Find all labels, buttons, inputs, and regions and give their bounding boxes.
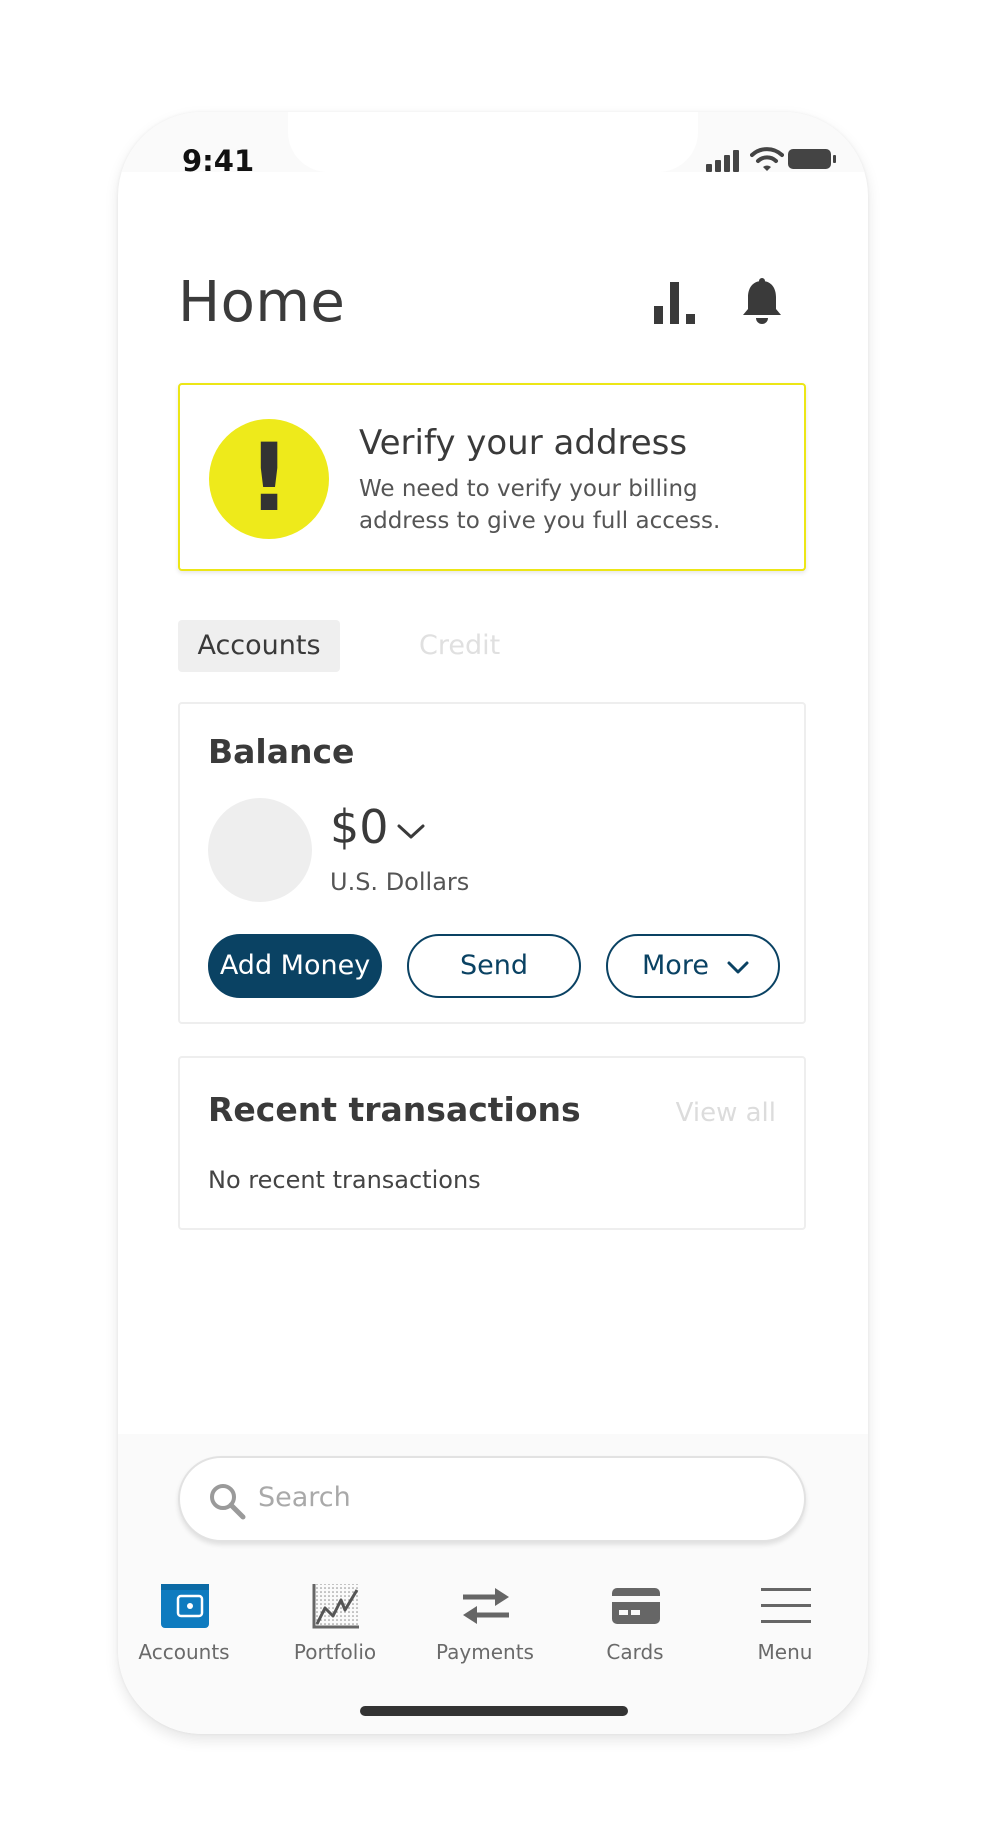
- portfolio-chart-icon: [312, 1584, 359, 1629]
- transactions-empty-message: No recent transactions: [208, 1166, 481, 1194]
- alert-body: We need to verify your billing address t…: [359, 476, 721, 534]
- balance-currency: U.S. Dollars: [330, 868, 470, 896]
- verify-address-alert[interactable]: ! Verify your address We need to verify …: [178, 383, 806, 571]
- card-icon: [612, 1588, 660, 1624]
- battery-icon: [788, 149, 836, 169]
- tab-credit[interactable]: Credit: [419, 620, 500, 672]
- balance-title: Balance: [208, 732, 355, 771]
- wallet-icon: [161, 1584, 209, 1628]
- bell-icon[interactable]: [740, 278, 784, 326]
- wifi-icon: [750, 147, 784, 171]
- stats-icon[interactable]: [652, 280, 696, 324]
- nav-menu[interactable]: Menu: [725, 1582, 845, 1672]
- chevron-down-icon: [727, 961, 749, 974]
- add-money-button[interactable]: Add Money: [208, 934, 382, 998]
- search-input[interactable]: Search: [178, 1456, 806, 1542]
- nav-label: Accounts: [138, 1640, 230, 1664]
- alert-title: Verify your address: [359, 423, 688, 463]
- balance-amount[interactable]: $0: [330, 800, 389, 854]
- nav-label: Payments: [436, 1640, 534, 1664]
- nav-portfolio[interactable]: Portfolio: [275, 1582, 395, 1672]
- balance-card: Balance $0 U.S. Dollars Add Money Send M…: [178, 702, 806, 1024]
- nav-label: Menu: [757, 1640, 813, 1664]
- status-time: 9:41: [182, 144, 255, 178]
- hamburger-menu-icon: [761, 1588, 811, 1623]
- signal-icon: [706, 150, 739, 172]
- nav-cards[interactable]: Cards: [575, 1582, 695, 1672]
- home-indicator[interactable]: [360, 1706, 628, 1716]
- search-icon: [210, 1484, 246, 1520]
- more-button-label: More: [642, 950, 709, 981]
- search-placeholder: Search: [258, 1482, 351, 1513]
- more-button[interactable]: More: [606, 934, 780, 998]
- phone-frame: 9:41 Home ! Verify your address We need …: [118, 112, 868, 1734]
- nav-accounts[interactable]: Accounts: [124, 1582, 244, 1672]
- exclamation-icon: !: [209, 419, 329, 539]
- account-avatar: [208, 798, 312, 902]
- nav-label: Portfolio: [293, 1640, 377, 1664]
- chevron-down-icon[interactable]: [396, 822, 426, 842]
- notch: [288, 112, 698, 172]
- transactions-title: Recent transactions: [208, 1090, 581, 1129]
- nav-payments[interactable]: Payments: [425, 1582, 545, 1672]
- send-button[interactable]: Send: [407, 934, 581, 998]
- recent-transactions-card: Recent transactions View all No recent t…: [178, 1056, 806, 1230]
- nav-label: Cards: [606, 1640, 664, 1664]
- view-all-link[interactable]: View all: [676, 1098, 776, 1128]
- transfer-arrows-icon: [463, 1588, 509, 1624]
- page-title: Home: [178, 270, 346, 335]
- tab-accounts[interactable]: Accounts: [178, 620, 340, 672]
